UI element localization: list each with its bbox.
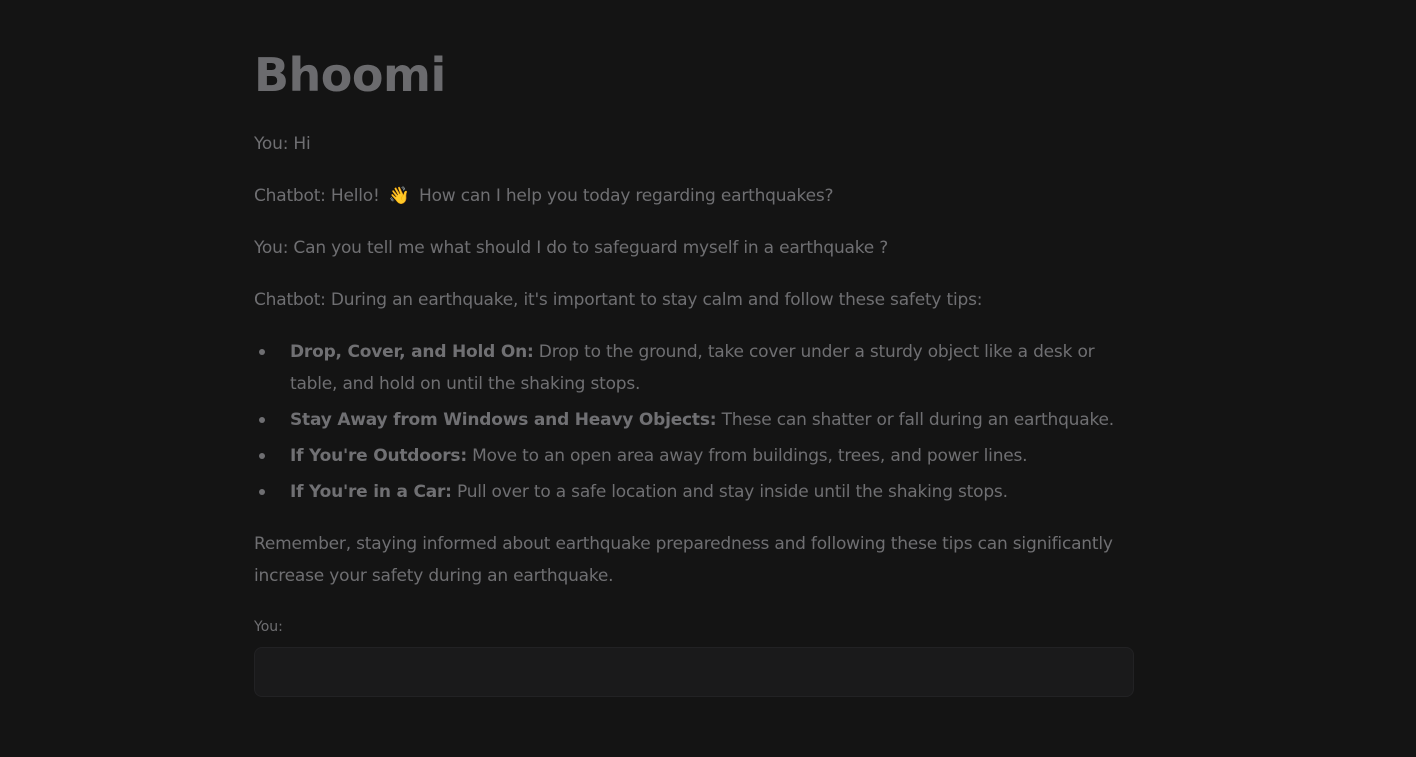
list-item: If You're Outdoors: Move to an open area… [259,440,1134,472]
safety-tips-list: Drop, Cover, and Hold On: Drop to the gr… [254,336,1134,512]
waving-hand-emoji: 👋 [388,186,410,206]
list-item: Drop, Cover, and Hold On: Drop to the gr… [259,336,1134,400]
user-message: You: Can you tell me what should I do to… [254,238,889,258]
bullet-icon [259,349,265,355]
bullet-icon [259,417,265,423]
list-item: If You're in a Car: Pull over to a safe … [259,476,1134,508]
bot-message: Chatbot: Hello! 👋 How can I help you tod… [254,180,834,212]
bot-message-text: Chatbot: Hello! [254,186,385,206]
chat-input-label: You: [254,619,283,635]
tip-title: If You're Outdoors: [290,446,467,466]
tip-text: Move to an open area away from buildings… [466,446,1028,466]
user-message: You: Hi [254,134,311,154]
bot-closing-message: Remember, staying informed about earthqu… [254,534,1113,586]
tip-text: These can shatter or fall during an eart… [716,410,1115,430]
chat-input[interactable] [254,647,1134,697]
tip-title: Stay Away from Windows and Heavy Objects… [290,410,717,430]
tip-title: Drop, Cover, and Hold On: [290,342,534,362]
bullet-icon [259,453,265,459]
bullet-icon [259,489,265,495]
bot-message-text: How can I help you today regarding earth… [413,186,834,206]
tip-title: If You're in a Car: [290,482,452,502]
list-item: Stay Away from Windows and Heavy Objects… [259,404,1134,436]
bot-message: Chatbot: During an earthquake, it's impo… [254,290,983,310]
page-title: Bhoomi [254,48,446,102]
tip-text: Pull over to a safe location and stay in… [451,482,1008,502]
